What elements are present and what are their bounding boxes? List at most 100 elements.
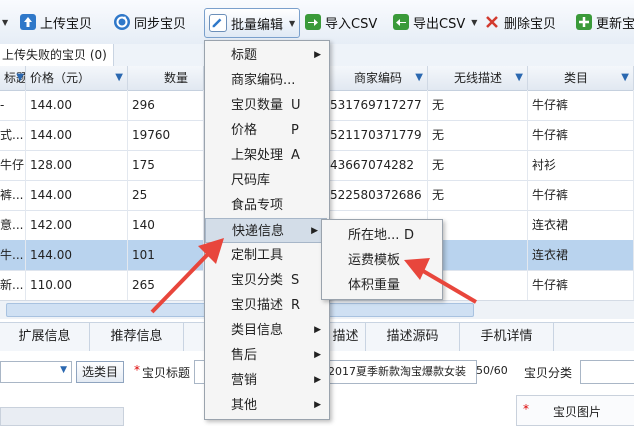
cell-cat: 牛仔裤: [528, 180, 634, 210]
col-title[interactable]: 标题 ▼: [0, 66, 26, 90]
menu-item[interactable]: 其他 ▶: [205, 393, 329, 418]
submenu-item-label: 所在地...: [348, 228, 400, 243]
col-category[interactable]: 类目 ▼: [528, 66, 634, 90]
cell-code: 521170371779: [326, 120, 428, 150]
export-csv-label: 导出CSV: [413, 16, 466, 32]
submenu-arrow-icon: ▶: [311, 226, 318, 236]
sync-label: 同步宝贝: [134, 16, 187, 32]
tab-upload-failed[interactable]: 上传失败的宝贝 (0): [0, 44, 114, 66]
filter-icon[interactable]: ▼: [415, 66, 423, 90]
update-button[interactable]: 更新宝: [576, 8, 634, 36]
import-csv-button[interactable]: 导入CSV: [305, 8, 377, 36]
submenu-arrow-icon: ▶: [314, 50, 321, 60]
menu-item[interactable]: 商家编码...: [205, 68, 329, 93]
cell-qty: 175: [128, 150, 204, 180]
cell-code: 43667074282: [326, 150, 428, 180]
menu-item-label: 尺码库: [231, 173, 271, 188]
delete-button[interactable]: 删除宝贝: [484, 8, 556, 36]
menu-item[interactable]: 食品专项: [205, 193, 329, 218]
toolbar: ▼ 上传宝贝 同步宝贝 批量编辑 ▼ 导入CSV 导出CSV ▼ 删除宝贝 更新…: [0, 0, 634, 45]
cell-title: 裤...: [0, 180, 26, 210]
cell-title: 牛仔...: [0, 150, 26, 180]
submenu-item-label: 体积重量: [348, 278, 401, 293]
cell-qty: 19760: [128, 120, 204, 150]
upload-button[interactable]: 上传宝贝: [20, 8, 92, 36]
submenu-arrow-icon: ▶: [314, 375, 321, 385]
menu-item-label: 食品专项: [231, 198, 284, 213]
menu-item-label: 类目信息: [231, 323, 284, 338]
import-icon: [305, 14, 321, 30]
menu-item[interactable]: 营销 ▶: [205, 368, 329, 393]
sync-icon: [114, 14, 130, 30]
tab-extended-info[interactable]: 扩展信息: [0, 323, 90, 351]
annotation-arrow-right: [404, 258, 478, 304]
menu-item[interactable]: 售后 ▶: [205, 343, 329, 368]
menu-item-label: 价格: [231, 123, 258, 138]
sync-button[interactable]: 同步宝贝: [114, 8, 186, 36]
tab-recommend-info[interactable]: 推荐信息: [90, 323, 184, 351]
image-panel: * 宝贝图片: [516, 395, 634, 426]
submenu-arrow-icon: ▶: [314, 400, 321, 410]
submenu-item-shortcut: D: [404, 228, 415, 243]
cell-price: 144.00: [26, 120, 128, 150]
menu-item-label: 商家编码...: [231, 73, 296, 88]
import-csv-label: 导入CSV: [325, 16, 378, 32]
submenu-item-label: 运费模板: [348, 253, 401, 268]
cell-wireless: 无: [428, 150, 528, 180]
cell-wireless: 无: [428, 90, 528, 120]
cell-cat: 牛仔裤: [528, 90, 634, 120]
cell-wireless: 无: [428, 180, 528, 210]
cell-title: 意...: [0, 210, 26, 240]
update-label: 更新宝: [596, 16, 634, 32]
select-category-button[interactable]: 选类目: [76, 361, 124, 383]
filter-icon[interactable]: ▼: [515, 66, 523, 90]
menu-item-label: 营销: [231, 373, 258, 388]
menu-item[interactable]: 标题 ▶: [205, 43, 329, 68]
menu-item[interactable]: 上架处理 A: [205, 143, 329, 168]
cell-qty: 296: [128, 90, 204, 120]
cell-title: 式...: [0, 120, 26, 150]
category-label: 宝贝分类: [524, 366, 573, 380]
delete-icon: [484, 14, 500, 30]
submenu-item[interactable]: 所在地... D: [322, 223, 442, 248]
menu-item-shortcut: A: [291, 148, 300, 163]
cell-cat: 牛仔裤: [528, 270, 634, 300]
menu-item[interactable]: 价格 P: [205, 118, 329, 143]
col-price[interactable]: 价格（元） ▼: [26, 66, 128, 90]
col-qty[interactable]: 数量: [128, 66, 204, 90]
menu-item-shortcut: P: [291, 123, 299, 138]
submenu-arrow-icon: ▶: [314, 350, 321, 360]
title-label: 宝贝标题: [142, 366, 191, 380]
menu-item-shortcut: S: [291, 273, 300, 288]
menu-item[interactable]: 尺码库: [205, 168, 329, 193]
cell-cat: 衬衫: [528, 150, 634, 180]
upload-icon: [20, 14, 36, 30]
menu-item[interactable]: 类目信息 ▶: [205, 318, 329, 343]
category-select[interactable]: ▼: [0, 361, 72, 383]
tab-description-source[interactable]: 描述源码: [366, 323, 460, 351]
chevron-down-icon: ▼: [289, 18, 296, 28]
cell-code: 522580372686: [326, 180, 428, 210]
upload-label: 上传宝贝: [40, 16, 93, 32]
cell-price: 142.00: [26, 210, 128, 240]
chevron-down-icon: ▼: [471, 17, 478, 27]
category-input[interactable]: [580, 360, 634, 384]
tab-description[interactable]: 描述: [326, 323, 366, 351]
col-code[interactable]: 商家编码 ▼: [326, 66, 428, 90]
batch-edit-label: 批量编辑: [231, 17, 284, 33]
toolbar-dropdown-left[interactable]: ▼: [0, 8, 8, 36]
filter-icon[interactable]: ▼: [115, 66, 123, 90]
batch-edit-button[interactable]: 批量编辑 ▼: [204, 8, 301, 38]
annotation-arrow-left: [150, 238, 224, 314]
export-icon: [393, 14, 409, 30]
filter-icon[interactable]: ▼: [621, 66, 629, 90]
filter-icon[interactable]: ▼: [16, 66, 24, 90]
title-input[interactable]: 2017夏季新款淘宝爆款女装: [324, 360, 477, 384]
edit-icon: [209, 14, 227, 32]
col-wireless[interactable]: 无线描述 ▼: [428, 66, 528, 90]
menu-item[interactable]: 宝贝数量 U: [205, 93, 329, 118]
cell-title: 牛...: [0, 240, 26, 270]
export-csv-button[interactable]: 导出CSV ▼: [393, 8, 477, 36]
tab-mobile-detail[interactable]: 手机详情: [460, 323, 554, 351]
cell-title: -: [0, 90, 26, 120]
